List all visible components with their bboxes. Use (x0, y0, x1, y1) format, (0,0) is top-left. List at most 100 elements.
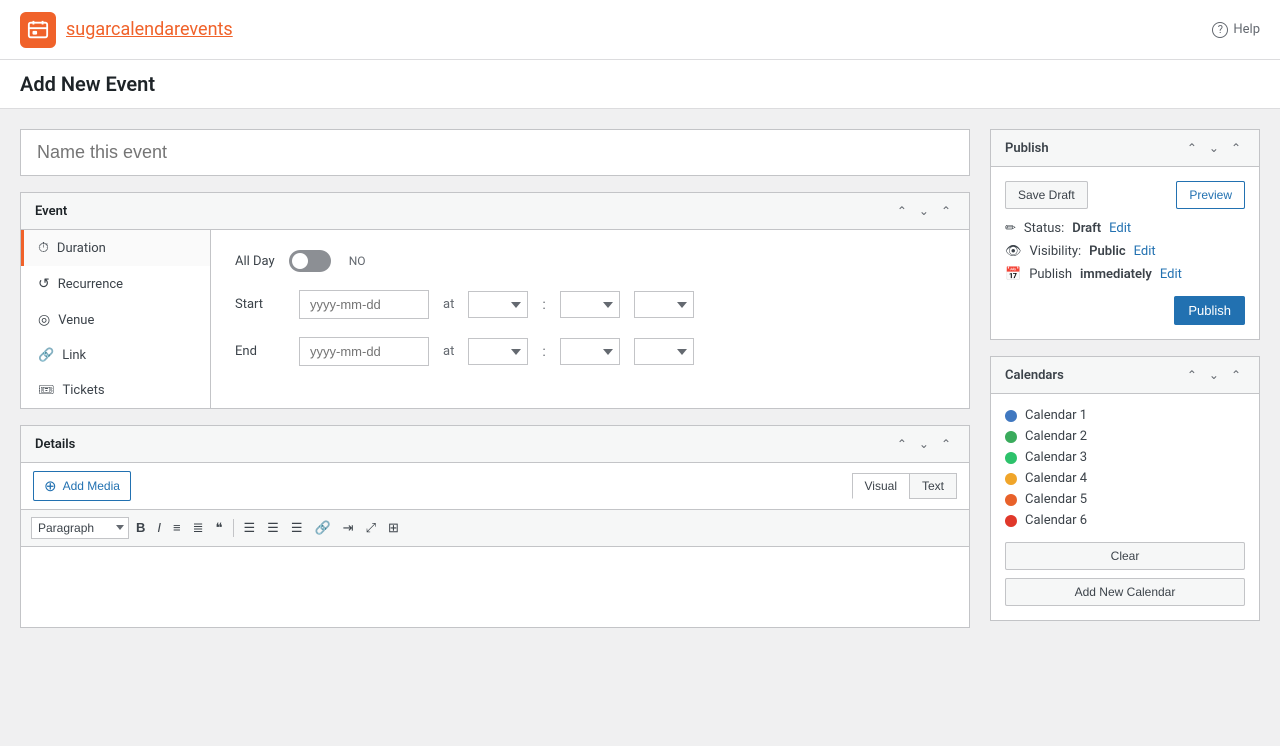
end-colon: : (542, 344, 545, 360)
event-panel-collapse-up[interactable]: ⌃ (893, 203, 911, 219)
end-minute-select[interactable] (560, 338, 620, 365)
view-tab-visual[interactable]: Visual (852, 473, 909, 499)
event-panel-close[interactable]: ⌃ (937, 203, 955, 219)
align-right-button[interactable]: ☰ (286, 516, 308, 540)
calendar-item-cal1[interactable]: Calendar 1 (1005, 408, 1245, 423)
align-left-button[interactable]: ☰ (239, 516, 261, 540)
publish-btn-row: Publish (1005, 296, 1245, 325)
link-icon: 🔗 (38, 348, 54, 363)
fullscreen-button[interactable]: ⤢ (361, 516, 381, 540)
start-colon: : (542, 297, 545, 313)
start-at-label: at (443, 297, 454, 312)
blockquote-button[interactable]: ❝ (211, 516, 228, 540)
sidebar-item-duration-label: Duration (57, 241, 106, 256)
calendars-panel-up[interactable]: ⌃ (1183, 367, 1201, 383)
publish-button[interactable]: Publish (1174, 296, 1245, 325)
publish-when-label: Publish (1029, 267, 1072, 282)
publish-panel-body: Save Draft Preview ✏ Status: Draft Edit … (991, 167, 1259, 339)
event-panel-header: Event ⌃ ⌄ ⌃ (21, 193, 969, 230)
event-content: ⏱ Duration ↺ Recurrence ◎ Venue 🔗 Link (21, 230, 969, 408)
details-panel-collapse-down[interactable]: ⌄ (915, 436, 933, 452)
indent-button[interactable]: ⇥ (338, 516, 359, 540)
allday-toggle[interactable] (289, 250, 331, 272)
end-label: End (235, 344, 285, 359)
calendars-panel-header: Calendars ⌃ ⌄ ⌃ (991, 357, 1259, 394)
details-panel-controls: ⌃ ⌄ ⌃ (893, 436, 955, 452)
calendar-actions: Clear Add New Calendar (1005, 542, 1245, 606)
start-hour-select[interactable] (468, 291, 528, 318)
calendar-dot-cal6 (1005, 515, 1017, 527)
start-date-input[interactable] (299, 290, 429, 319)
italic-button[interactable]: I (152, 516, 166, 540)
status-value: Draft (1072, 221, 1101, 236)
logo-icon (20, 12, 56, 48)
start-minute-select[interactable] (560, 291, 620, 318)
clear-button[interactable]: Clear (1005, 542, 1245, 570)
sidebar-item-venue[interactable]: ◎ Venue (21, 302, 210, 338)
logo: sugarcalendarevents (20, 12, 233, 48)
add-new-calendar-button[interactable]: Add New Calendar (1005, 578, 1245, 606)
publish-when-edit-link[interactable]: Edit (1160, 267, 1182, 282)
calendar-item-cal2[interactable]: Calendar 2 (1005, 429, 1245, 444)
sidebar-item-venue-label: Venue (58, 313, 94, 328)
editor-area[interactable] (21, 547, 969, 627)
page-title: Add New Event (20, 72, 1260, 96)
publish-panel: Publish ⌃ ⌄ ⌃ Save Draft Preview ✏ Statu… (990, 129, 1260, 340)
calendar-item-cal4[interactable]: Calendar 4 (1005, 471, 1245, 486)
end-hour-select[interactable] (468, 338, 528, 365)
start-ampm-select[interactable] (634, 291, 694, 318)
add-media-button[interactable]: ⊕ Add Media (33, 471, 131, 501)
end-at-label: at (443, 344, 454, 359)
event-panel-collapse-down[interactable]: ⌄ (915, 203, 933, 219)
status-icon: ✏ (1005, 221, 1016, 236)
publish-meta: ✏ Status: Draft Edit 👁 Visibility: Publi… (1005, 221, 1245, 282)
unordered-list-button[interactable]: ≡ (168, 516, 186, 540)
calendars-panel-down[interactable]: ⌄ (1205, 367, 1223, 383)
logo-brand: sugarcalendar (66, 19, 180, 40)
format-select[interactable]: Paragraph Heading 1 Heading 2 Heading 3 … (31, 517, 129, 539)
end-ampm-select[interactable] (634, 338, 694, 365)
publish-when-row: 📅 Publish immediately Edit (1005, 267, 1245, 282)
calendar-label-cal4: Calendar 4 (1025, 471, 1087, 486)
sidebar-item-duration[interactable]: ⏱ Duration (21, 230, 210, 266)
logo-svg (27, 19, 49, 41)
sidebar-item-recurrence[interactable]: ↺ Recurrence (21, 266, 210, 302)
event-panel-title: Event (35, 204, 67, 219)
visibility-label: Visibility: (1030, 244, 1082, 259)
end-date-input[interactable] (299, 337, 429, 366)
logo-accent: events (180, 19, 233, 40)
sidebar-item-tickets[interactable]: 🎟 Tickets (21, 373, 210, 408)
publish-panel-header: Publish ⌃ ⌄ ⌃ (991, 130, 1259, 167)
align-center-button[interactable]: ☰ (262, 516, 284, 540)
calendar-item-cal6[interactable]: Calendar 6 (1005, 513, 1245, 528)
status-edit-link[interactable]: Edit (1109, 221, 1131, 236)
event-name-input[interactable] (20, 129, 970, 176)
calendar-item-cal3[interactable]: Calendar 3 (1005, 450, 1245, 465)
toolbar-toggle-button[interactable]: ⊞ (383, 516, 404, 540)
publish-panel-close[interactable]: ⌃ (1227, 140, 1245, 156)
bold-button[interactable]: B (131, 516, 150, 540)
help-link[interactable]: ? Help (1212, 22, 1260, 38)
link-button[interactable]: 🔗 (309, 516, 335, 540)
details-panel-collapse-up[interactable]: ⌃ (893, 436, 911, 452)
formatting-bar: Paragraph Heading 1 Heading 2 Heading 3 … (21, 510, 969, 547)
calendars-panel-title: Calendars (1005, 368, 1064, 383)
ordered-list-button[interactable]: ≣ (188, 516, 209, 540)
sidebar-item-link[interactable]: 🔗 Link (21, 338, 210, 373)
details-panel-close[interactable]: ⌃ (937, 436, 955, 452)
preview-button[interactable]: Preview (1176, 181, 1245, 209)
publish-when-value: immediately (1080, 267, 1152, 282)
publish-panel-down[interactable]: ⌄ (1205, 140, 1223, 156)
details-panel-title: Details (35, 437, 75, 452)
calendar-item-cal5[interactable]: Calendar 5 (1005, 492, 1245, 507)
publish-panel-title: Publish (1005, 141, 1049, 156)
view-tab-text[interactable]: Text (909, 473, 957, 499)
publish-panel-up[interactable]: ⌃ (1183, 140, 1201, 156)
calendars-panel-close[interactable]: ⌃ (1227, 367, 1245, 383)
save-draft-button[interactable]: Save Draft (1005, 181, 1088, 209)
visibility-row: 👁 Visibility: Public Edit (1005, 244, 1245, 259)
calendar-label-cal1: Calendar 1 (1025, 408, 1087, 423)
clock-icon: ⏱ (38, 240, 49, 256)
end-row: End at : (235, 337, 945, 366)
visibility-edit-link[interactable]: Edit (1134, 244, 1156, 259)
